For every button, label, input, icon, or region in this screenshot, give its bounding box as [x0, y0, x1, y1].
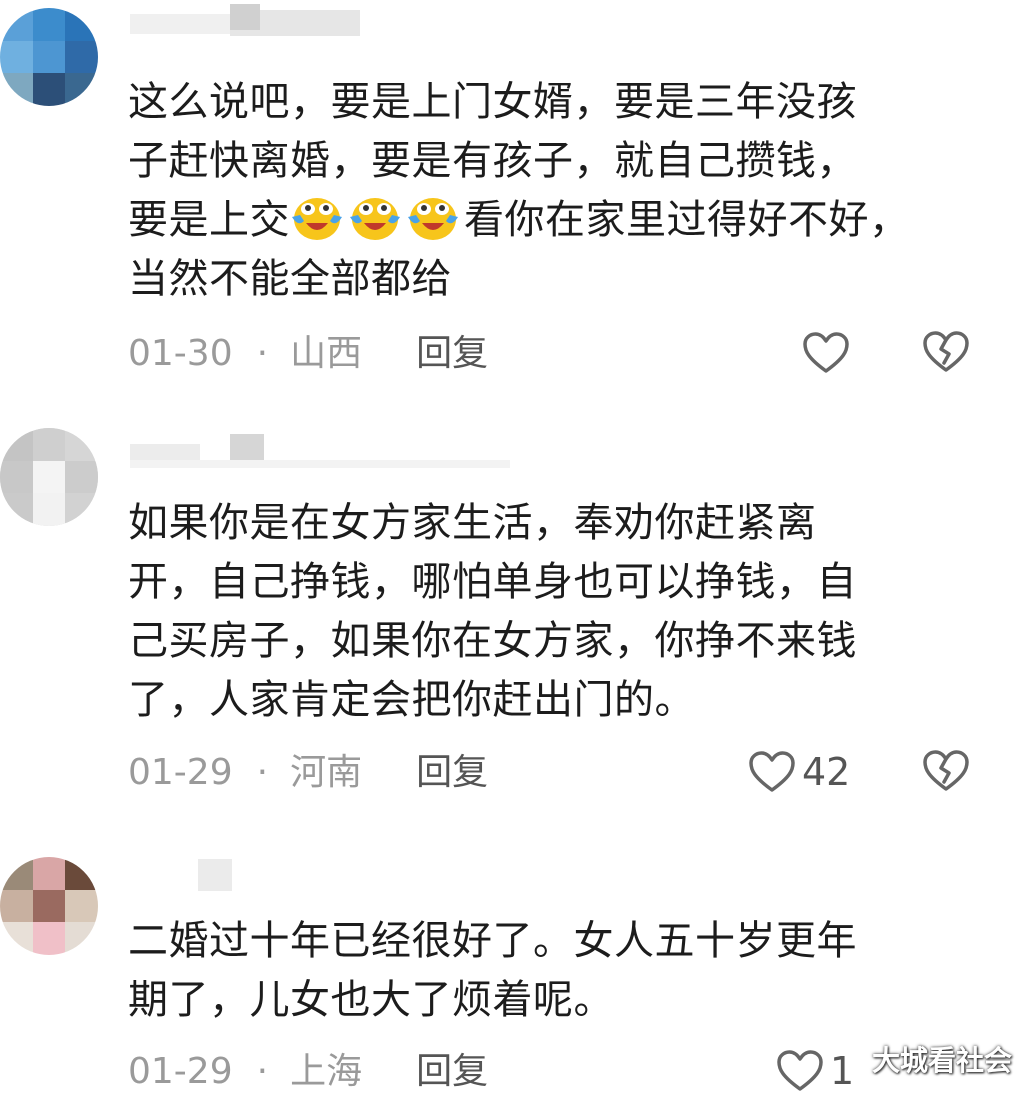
- comment-date: 01-29: [128, 1051, 233, 1092]
- avatar[interactable]: [0, 428, 98, 526]
- comment-location: 上海: [290, 1051, 363, 1092]
- like-button[interactable]: 42: [748, 747, 850, 797]
- like-count: 1: [830, 1049, 855, 1093]
- grinning-tears-emoji-icon: [292, 198, 342, 240]
- watermark-text: 大城看社会: [871, 1044, 1012, 1077]
- dislike-button[interactable]: [922, 749, 970, 793]
- heart-outline-icon: [803, 332, 849, 373]
- reply-button[interactable]: 回复: [416, 333, 488, 374]
- comment-date: 01-30: [128, 333, 233, 374]
- comment-text: 如果你是在女方家生活，奉劝你赶紧离 开，自己挣钱，哪怕单身也可以挣钱，自 己买房…: [128, 500, 857, 723]
- dislike-button[interactable]: [922, 330, 970, 374]
- like-count: 42: [802, 750, 851, 794]
- comment-location: 山西: [290, 333, 363, 374]
- comment-meta: 01-29 · 河南 回复: [128, 752, 489, 793]
- heart-outline-icon: [777, 1050, 823, 1091]
- comment-text: 二婚过十年已经很好了。女人五十岁更年 期了，儿女也大了烦着呢。: [128, 918, 857, 1023]
- avatar[interactable]: [0, 857, 98, 955]
- reply-button[interactable]: 回复: [416, 1051, 488, 1092]
- avatar[interactable]: [0, 8, 98, 106]
- comment-meta: 01-30 · 山西 回复: [128, 333, 489, 374]
- like-button[interactable]: 1: [776, 1046, 854, 1096]
- comment-date: 01-29: [128, 752, 233, 793]
- comment-text: 这么说吧，要是上门女婿，要是三年没孩 子赶快离婚，要是有孩子，就自己攒钱， 要是…: [128, 79, 910, 302]
- heart-outline-icon: [749, 751, 795, 792]
- broken-heart-icon: [923, 331, 969, 372]
- reply-button[interactable]: 回复: [416, 752, 488, 793]
- broken-heart-icon: [923, 750, 969, 791]
- grinning-tears-emoji-icon: [350, 198, 400, 240]
- comment-location: 河南: [290, 752, 363, 793]
- like-button[interactable]: [802, 328, 856, 378]
- comment-meta: 01-29 · 上海 回复: [128, 1051, 489, 1092]
- grinning-tears-emoji-icon: [408, 198, 458, 240]
